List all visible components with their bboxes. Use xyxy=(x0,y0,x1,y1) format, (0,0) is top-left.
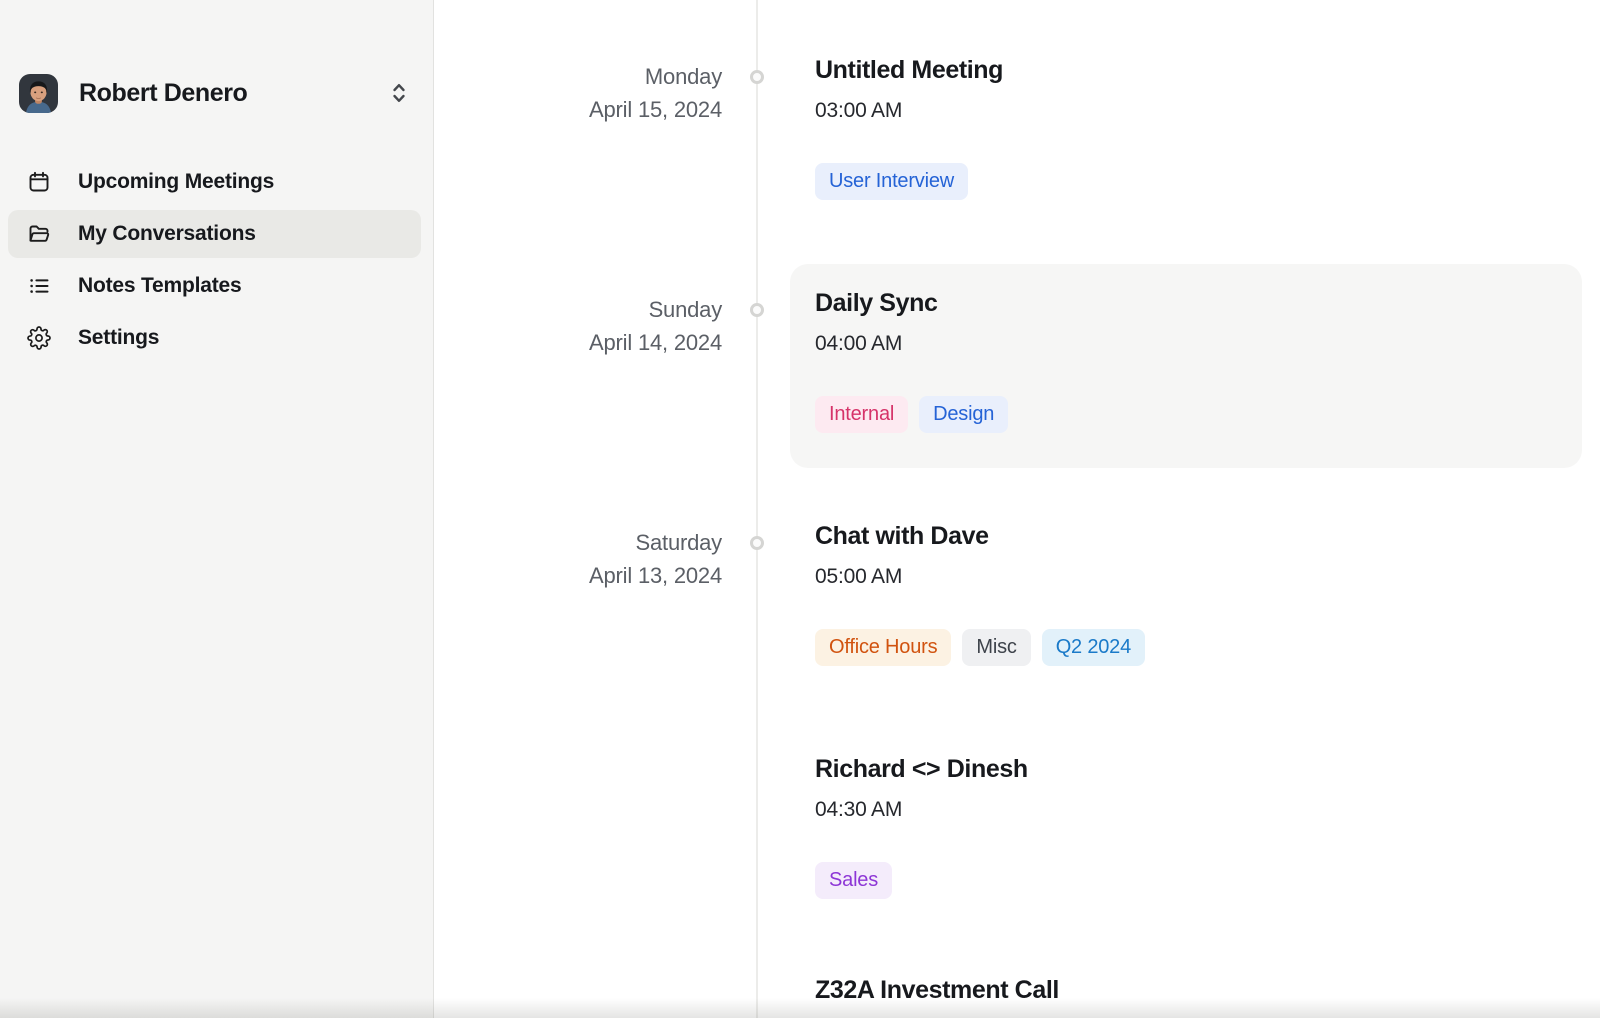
tag-misc[interactable]: Misc xyxy=(962,629,1030,666)
tag-office-hours[interactable]: Office Hours xyxy=(815,629,951,666)
meeting-title: Untitled Meeting xyxy=(815,55,1557,85)
meeting-entry-richard-dinesh[interactable]: Richard <> Dinesh 04:30 AM Sales xyxy=(790,754,1582,899)
meeting-entry-untitled-meeting[interactable]: Untitled Meeting 03:00 AM User Interview xyxy=(790,55,1582,200)
sidebar-item-upcoming-meetings[interactable]: Upcoming Meetings xyxy=(8,158,421,206)
sidebar-item-label: Settings xyxy=(78,326,159,350)
timeline-date: SundayApril 14, 2024 xyxy=(589,293,722,359)
gear-icon xyxy=(27,326,51,350)
meeting-time: 03:00 AM xyxy=(815,99,1557,123)
meeting-title: Chat with Dave xyxy=(815,521,1557,551)
meeting-entry-z32a-investment-call[interactable]: Z32A Investment Call xyxy=(790,975,1582,1005)
workspace-switcher[interactable]: Robert Denero xyxy=(19,73,411,113)
timeline-dot xyxy=(750,70,764,84)
timeline-date-label: April 13, 2024 xyxy=(589,559,722,592)
timeline-line xyxy=(756,0,758,1018)
meeting-title: Daily Sync xyxy=(815,288,1557,318)
meeting-tags: Internal Design xyxy=(815,396,1557,433)
list-icon xyxy=(27,274,51,298)
calendar-icon xyxy=(27,170,51,194)
app-window: Robert Denero Upcoming Meetings My Conver… xyxy=(0,0,1600,1018)
meeting-title: Z32A Investment Call xyxy=(815,975,1557,1005)
tag-sales[interactable]: Sales xyxy=(815,862,892,899)
meeting-entry-chat-with-dave[interactable]: Chat with Dave 05:00 AM Office Hours Misc Q2… xyxy=(790,521,1582,666)
meeting-time: 04:30 AM xyxy=(815,798,1557,822)
sidebar-item-label: Notes Templates xyxy=(78,274,242,298)
meeting-entry-daily-sync[interactable]: Daily Sync 04:00 AM Internal Design xyxy=(790,264,1582,468)
meeting-tags: Sales xyxy=(815,862,1557,899)
user-name: Robert Denero xyxy=(79,79,387,108)
sidebar-nav: Upcoming Meetings My Conversations Notes T… xyxy=(8,158,421,366)
meeting-time: 04:00 AM xyxy=(815,332,1557,356)
meeting-tags: User Interview xyxy=(815,163,1557,200)
meeting-time: 05:00 AM xyxy=(815,565,1557,589)
tag-q2-2024[interactable]: Q2 2024 xyxy=(1042,629,1145,666)
sidebar: Robert Denero Upcoming Meetings My Conver… xyxy=(0,0,434,1018)
sidebar-item-notes-templates[interactable]: Notes Templates xyxy=(8,262,421,310)
timeline-date-label: April 15, 2024 xyxy=(589,93,722,126)
user-avatar xyxy=(19,74,58,113)
sidebar-item-settings[interactable]: Settings xyxy=(8,314,421,362)
tag-internal[interactable]: Internal xyxy=(815,396,908,433)
timeline-dot xyxy=(750,536,764,550)
sidebar-item-my-conversations[interactable]: My Conversations xyxy=(8,210,421,258)
folder-icon xyxy=(27,222,51,246)
timeline-day-label: Sunday xyxy=(589,293,722,326)
timeline-date: SaturdayApril 13, 2024 xyxy=(589,526,722,592)
timeline-date-label: April 14, 2024 xyxy=(589,326,722,359)
tag-user-interview[interactable]: User Interview xyxy=(815,163,968,200)
sidebar-item-label: Upcoming Meetings xyxy=(78,170,274,194)
timeline-dot xyxy=(750,303,764,317)
chevron-up-down-icon xyxy=(387,79,411,107)
sidebar-item-label: My Conversations xyxy=(78,222,256,246)
timeline-date: MondayApril 15, 2024 xyxy=(589,60,722,126)
timeline-day-label: Monday xyxy=(589,60,722,93)
timeline-day-label: Saturday xyxy=(589,526,722,559)
meeting-title: Richard <> Dinesh xyxy=(815,754,1557,784)
meeting-tags: Office Hours Misc Q2 2024 xyxy=(815,629,1557,666)
tag-design[interactable]: Design xyxy=(919,396,1008,433)
